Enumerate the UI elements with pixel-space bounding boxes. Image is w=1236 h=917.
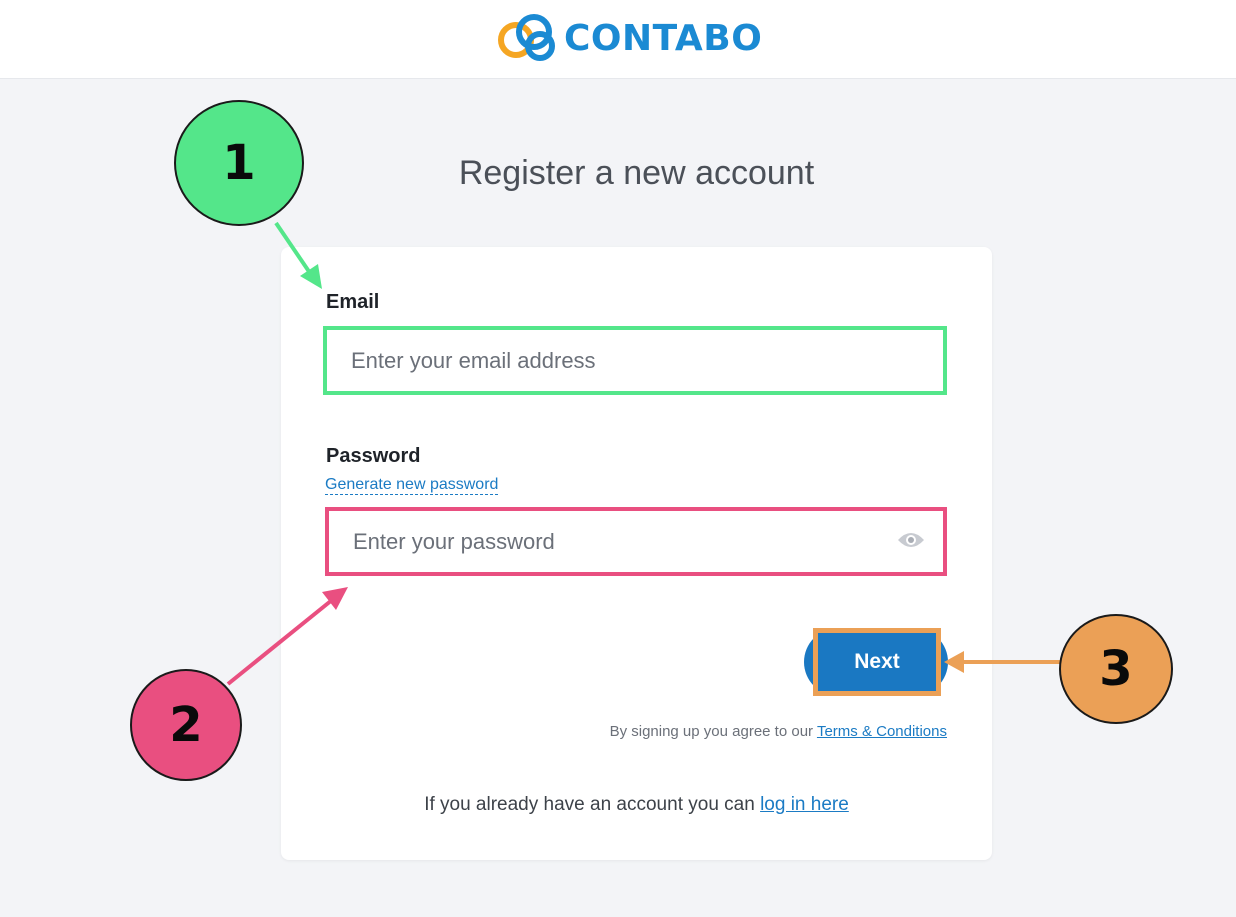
password-input[interactable]: Enter your password [325, 507, 947, 576]
password-placeholder: Enter your password [353, 528, 555, 554]
email-placeholder: Enter your email address [351, 347, 596, 373]
generate-password-link[interactable]: Generate new password [325, 476, 499, 495]
brand-name: CONTABO [564, 17, 763, 59]
terms-prefix: By signing up you agree to our [609, 723, 817, 740]
login-link[interactable]: log in here [760, 794, 849, 815]
email-label: Email [326, 291, 380, 313]
contabo-logo[interactable]: CONTABO [494, 8, 762, 68]
site-header: CONTABO [0, 0, 1236, 79]
annotation-badge-3: 3 [1059, 614, 1173, 724]
login-text: If you already have an account you can l… [281, 794, 992, 816]
cloud-logo-icon [498, 14, 555, 61]
login-prefix: If you already have an account you can [424, 794, 761, 815]
email-input[interactable]: Enter your email address [323, 326, 947, 395]
terms-link[interactable]: Terms & Conditions [817, 723, 947, 740]
annotation-badge-2: 2 [130, 669, 242, 781]
password-label: Password [326, 445, 421, 467]
eye-icon[interactable] [897, 530, 925, 550]
terms-text: By signing up you agree to our Terms & C… [610, 723, 947, 740]
annotation-badge-1: 1 [174, 100, 304, 226]
next-button[interactable]: Next [813, 628, 941, 696]
